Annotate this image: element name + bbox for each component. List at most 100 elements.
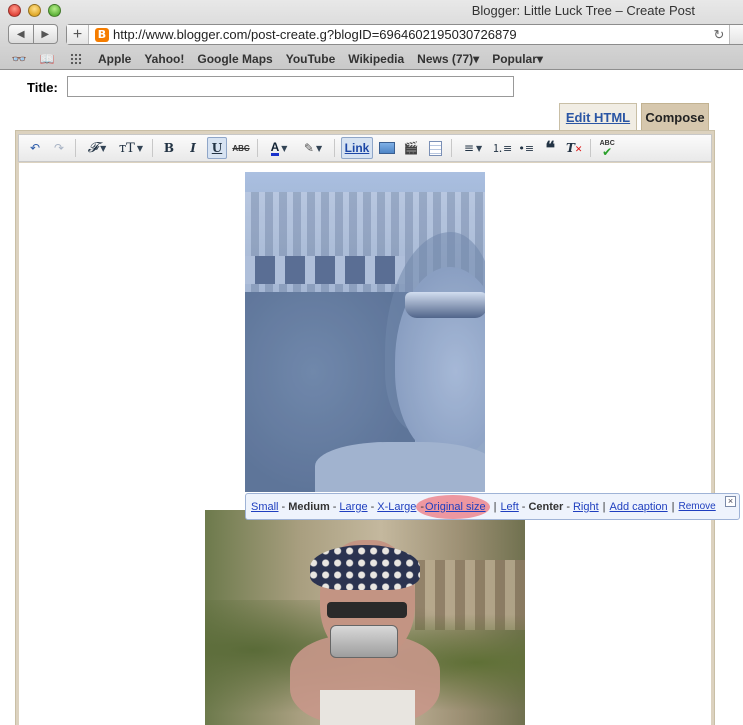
chevron-down-icon: ▼	[136, 143, 144, 153]
underline-button[interactable]: U	[207, 137, 227, 159]
align-left-link[interactable]: Left	[500, 501, 518, 513]
strikethrough-icon: ABC	[232, 143, 250, 153]
size-large-link[interactable]: Large	[339, 501, 367, 513]
plus-icon: +	[72, 25, 83, 43]
bookmark-google-maps[interactable]: Google Maps	[197, 52, 272, 66]
address-bar[interactable]: + B http://www.blogger.com/post-create.g…	[66, 24, 743, 45]
tab-compose[interactable]: Compose	[641, 103, 709, 131]
post-image-phone-photo[interactable]	[205, 510, 525, 725]
address-bar-end	[729, 25, 743, 44]
toolbar-separator	[152, 139, 153, 157]
font-size-button[interactable]: тT ▼	[116, 137, 146, 159]
link-button[interactable]: Link	[341, 137, 373, 159]
highlight-color-button[interactable]: ✎ ▼	[298, 137, 328, 159]
film-clapper-icon: 🎬	[403, 141, 419, 155]
back-button[interactable]: ◀	[9, 25, 33, 43]
selected-image-colosseum-portrait[interactable]	[245, 172, 485, 492]
add-bookmark-button[interactable]: +	[67, 25, 89, 44]
toolbar-separator	[451, 139, 452, 157]
bookmark-wikipedia[interactable]: Wikipedia	[348, 52, 404, 66]
browser-chrome: Blogger: Little Luck Tree – Create Post …	[0, 0, 743, 70]
image-options-bubble: Small - Medium - Large - X-Large -Origin…	[245, 493, 740, 520]
bookmarks-book-icon[interactable]: 📖	[38, 52, 56, 66]
align-center-current: Center	[528, 500, 564, 513]
post-title-label: Title:	[27, 80, 58, 95]
bookmark-youtube[interactable]: YouTube	[286, 52, 336, 66]
image-sunglasses-area	[327, 602, 407, 618]
bold-icon: B	[163, 141, 175, 155]
bookmark-apple[interactable]: Apple	[98, 52, 131, 66]
numbered-list-button[interactable]: ⒈≡	[492, 137, 512, 159]
highlighter-icon: ✎	[303, 141, 314, 155]
blogger-favicon-icon: B	[95, 27, 109, 42]
chevron-down-icon: ▼	[281, 143, 288, 153]
post-title-input[interactable]	[67, 76, 514, 97]
reading-list-icon[interactable]: 👓	[10, 52, 28, 66]
size-small-link[interactable]: Small	[251, 501, 279, 513]
url-text[interactable]: http://www.blogger.com/post-create.g?blo…	[113, 27, 709, 42]
quote-button[interactable]: ❝	[540, 137, 560, 159]
image-icon	[379, 142, 395, 154]
strikethrough-button[interactable]: ABC	[231, 137, 251, 159]
window-zoom-button[interactable]	[48, 4, 61, 17]
page-break-icon	[428, 140, 442, 156]
font-icon: 𝓕	[87, 140, 99, 156]
spellcheck-icon: ABC ✔	[599, 140, 615, 159]
browser-toolbar: ◀ ▶ + B http://www.blogger.com/post-crea…	[0, 23, 743, 47]
spellcheck-button[interactable]: ABC ✔	[597, 137, 617, 159]
chevron-down-icon: ▼	[475, 143, 483, 153]
image-top-area	[320, 690, 415, 725]
nav-buttons: ◀ ▶	[8, 24, 58, 44]
top-sites-grid-icon[interactable]	[70, 52, 82, 65]
remove-image-link[interactable]: Remove	[679, 501, 716, 512]
text-color-icon: A	[270, 139, 280, 156]
bold-button[interactable]: B	[159, 137, 179, 159]
size-medium-current: Medium	[288, 500, 330, 513]
alignment-button[interactable]: ≡ ▼	[458, 137, 488, 159]
bookmark-yahoo[interactable]: Yahoo!	[144, 52, 184, 66]
toolbar-separator	[257, 139, 258, 157]
toolbar-separator	[590, 139, 592, 157]
italic-button[interactable]: I	[183, 137, 203, 159]
reload-button[interactable]: ↻	[709, 27, 729, 43]
font-family-button[interactable]: 𝓕 ▼	[82, 137, 112, 159]
size-xlarge-link[interactable]: X-Large	[377, 501, 416, 513]
italic-icon: I	[190, 141, 196, 155]
undo-icon: ↶	[29, 141, 41, 155]
undo-button[interactable]: ↶	[25, 137, 45, 159]
reload-icon: ↻	[713, 26, 725, 42]
formatting-toolbar: ↶ ↷ 𝓕 ▼ тT ▼ B I U ABC A ▼ ✎ ▼ Link 🎬 ≡ ▼ ⒈≡ …	[18, 134, 712, 162]
remove-formatting-button[interactable]: T✕	[564, 137, 584, 159]
bulleted-list-button[interactable]: •≡	[516, 137, 536, 159]
size-original-link[interactable]: Original size	[425, 501, 486, 513]
add-caption-link[interactable]: Add caption	[610, 501, 668, 513]
align-right-link[interactable]: Right	[573, 501, 599, 513]
jump-break-button[interactable]	[425, 137, 445, 159]
window-title: Blogger: Little Luck Tree – Create Post	[471, 3, 695, 18]
window-close-button[interactable]	[8, 4, 21, 17]
image-phone-area	[330, 625, 398, 658]
underline-icon: U	[211, 141, 223, 155]
tab-edit-html[interactable]: Edit HTML	[559, 103, 637, 131]
redo-icon: ↷	[53, 141, 65, 155]
insert-image-button[interactable]	[377, 137, 397, 159]
window-minimize-button[interactable]	[28, 4, 41, 17]
image-scarf-area	[310, 545, 420, 590]
title-bar: Blogger: Little Luck Tree – Create Post	[0, 0, 743, 22]
clear-format-icon: T✕	[565, 141, 583, 155]
chevron-down-icon: ▼	[100, 143, 107, 153]
back-arrow-icon: ◀	[16, 28, 25, 40]
close-icon[interactable]: ×	[725, 496, 736, 507]
bookmark-news-folder[interactable]: News (77)▾	[417, 52, 479, 66]
forward-button[interactable]: ▶	[32, 25, 58, 43]
font-size-icon: тT	[118, 140, 135, 156]
bookmark-popular-folder[interactable]: Popular▾	[492, 52, 543, 66]
redo-button[interactable]: ↷	[49, 137, 69, 159]
numbered-list-icon: ⒈≡	[492, 142, 513, 155]
text-color-button[interactable]: A ▼	[264, 137, 294, 159]
align-center-icon: ≡	[463, 141, 474, 155]
original-size-highlight: -Original size	[416, 494, 490, 519]
selection-tint-overlay	[245, 172, 485, 492]
insert-video-button[interactable]: 🎬	[401, 137, 421, 159]
chevron-down-icon: ▼	[315, 143, 323, 153]
